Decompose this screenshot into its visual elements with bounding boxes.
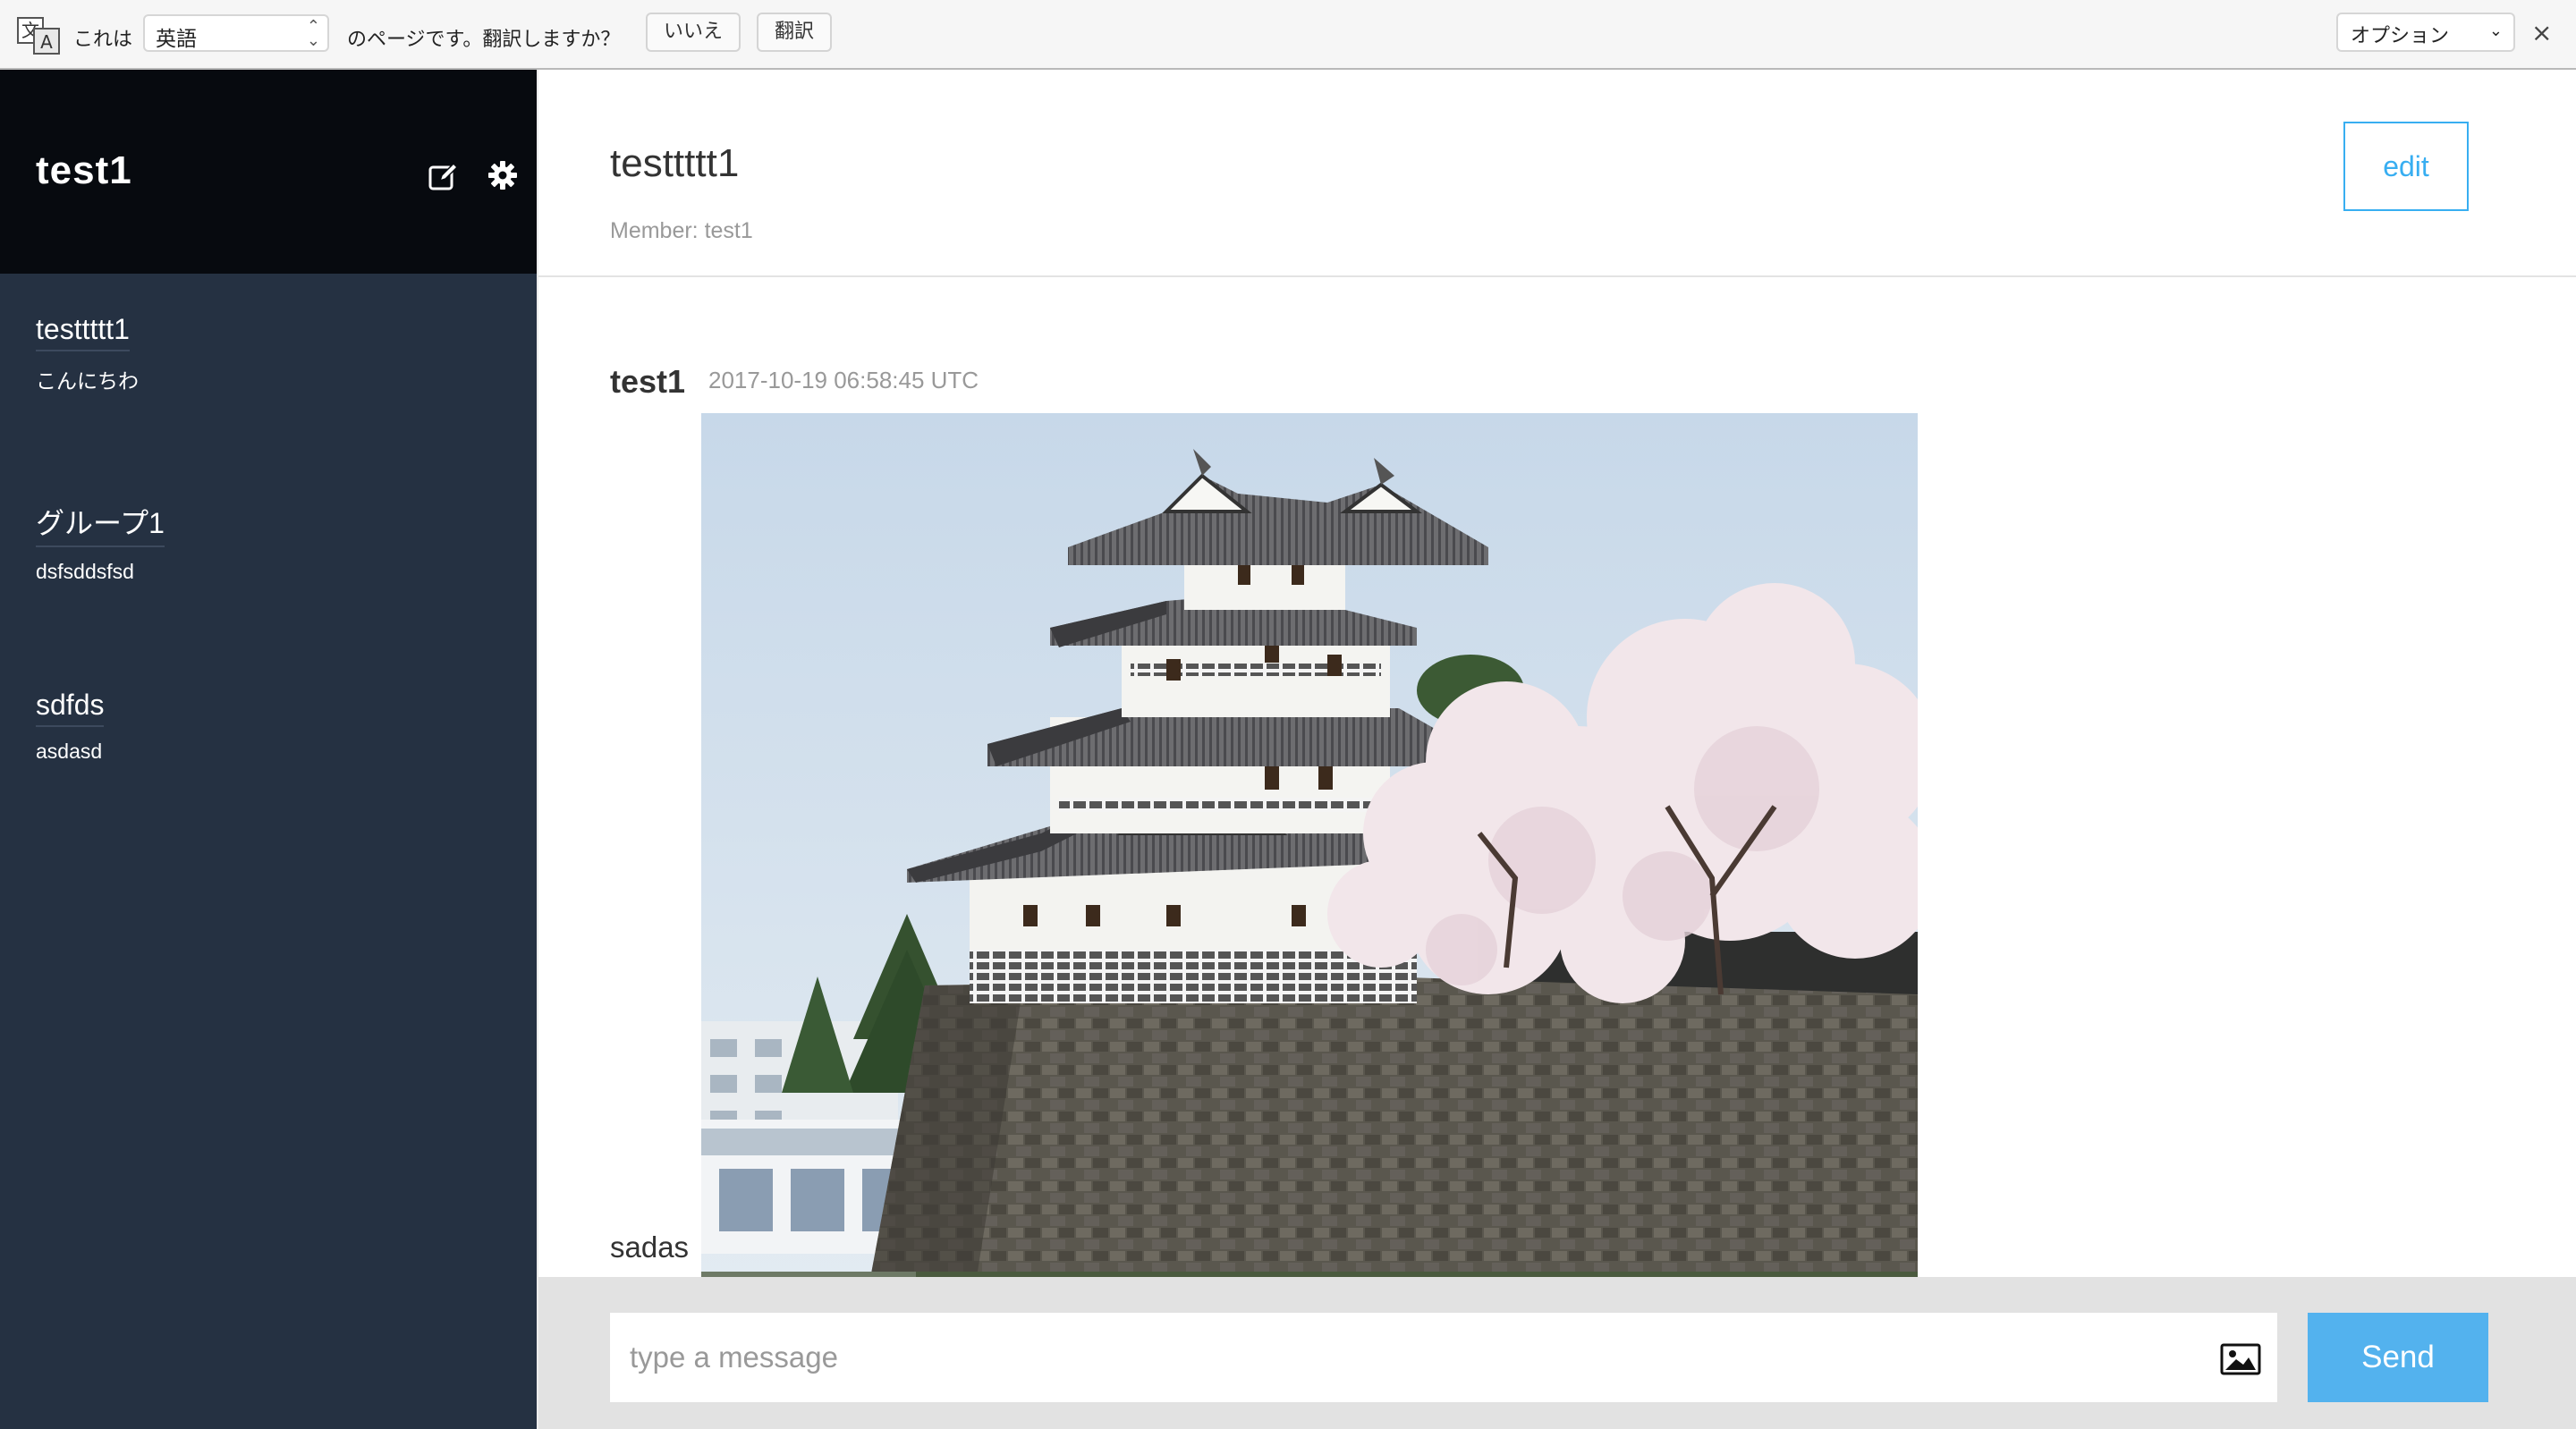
options-select[interactable]: オプション ⌄ [2336, 13, 2515, 52]
group-title: testtttt1 [610, 141, 740, 185]
send-button[interactable]: Send [2308, 1313, 2488, 1402]
message-list[interactable]: test1 2017-10-19 06:58:45 UTC sadas [538, 277, 2576, 1347]
decline-translate-button[interactable]: いいえ [646, 13, 741, 52]
group-name: グループ1 [36, 501, 165, 547]
options-label: オプション [2351, 25, 2450, 47]
translate-question-text: のページです。翻訳しますか？ [347, 29, 621, 51]
new-group-icon[interactable] [428, 161, 460, 193]
group-last-message: dsfsddsfsd [36, 560, 134, 583]
group-last-message: こんにちわ [36, 369, 139, 393]
image-upload-icon[interactable] [2220, 1343, 2261, 1375]
edit-group-button[interactable]: edit [2343, 122, 2469, 211]
message-input[interactable] [610, 1313, 2277, 1402]
message-composer: Send [538, 1277, 2576, 1429]
close-icon[interactable]: × [2531, 18, 2552, 47]
chevron-down-icon: ⌄ [2488, 21, 2503, 40]
message-text: sadas [610, 1230, 690, 1264]
sidebar: test1 testtttt1 こんにちわ グループ1 dsfsddsfsd s… [0, 70, 537, 1429]
svg-text:A: A [40, 31, 53, 53]
current-user-name: test1 [36, 148, 132, 192]
translate-button[interactable]: 翻訳 [757, 13, 832, 52]
group-list-item[interactable]: グループ1 dsfsddsfsd [36, 501, 465, 584]
group-list-item[interactable]: testtttt1 こんにちわ [36, 313, 465, 394]
sidebar-header: test1 [0, 70, 537, 274]
translate-prefix-text: これは [73, 29, 133, 51]
message-timestamp: 2017-10-19 06:58:45 UTC [708, 367, 979, 393]
group-name: sdfds [36, 689, 105, 727]
translate-bar: 文 A これは 英語 ⌃ ⌄ のページです。翻訳しますか？ いいえ 翻訳 オプショ… [0, 0, 2576, 70]
language-select[interactable]: 英語 ⌃ ⌄ [143, 14, 329, 52]
language-value: 英語 [156, 28, 197, 51]
group-last-message: asdasd [36, 740, 103, 763]
message-author: test1 [610, 363, 686, 400]
chat-main: testtttt1 Member: test1 edit test1 2017-… [537, 70, 2576, 1429]
select-arrows-icon: ⌃ ⌄ [306, 17, 320, 50]
translate-icon: 文 A [17, 17, 60, 55]
gear-icon[interactable] [487, 159, 519, 191]
group-list-item[interactable]: sdfds asdasd [36, 689, 465, 764]
message-image [701, 413, 1918, 1322]
group-name: testtttt1 [36, 313, 130, 351]
chat-header: testtttt1 Member: test1 edit [538, 70, 2576, 277]
member-list: Member: test1 [610, 218, 753, 243]
